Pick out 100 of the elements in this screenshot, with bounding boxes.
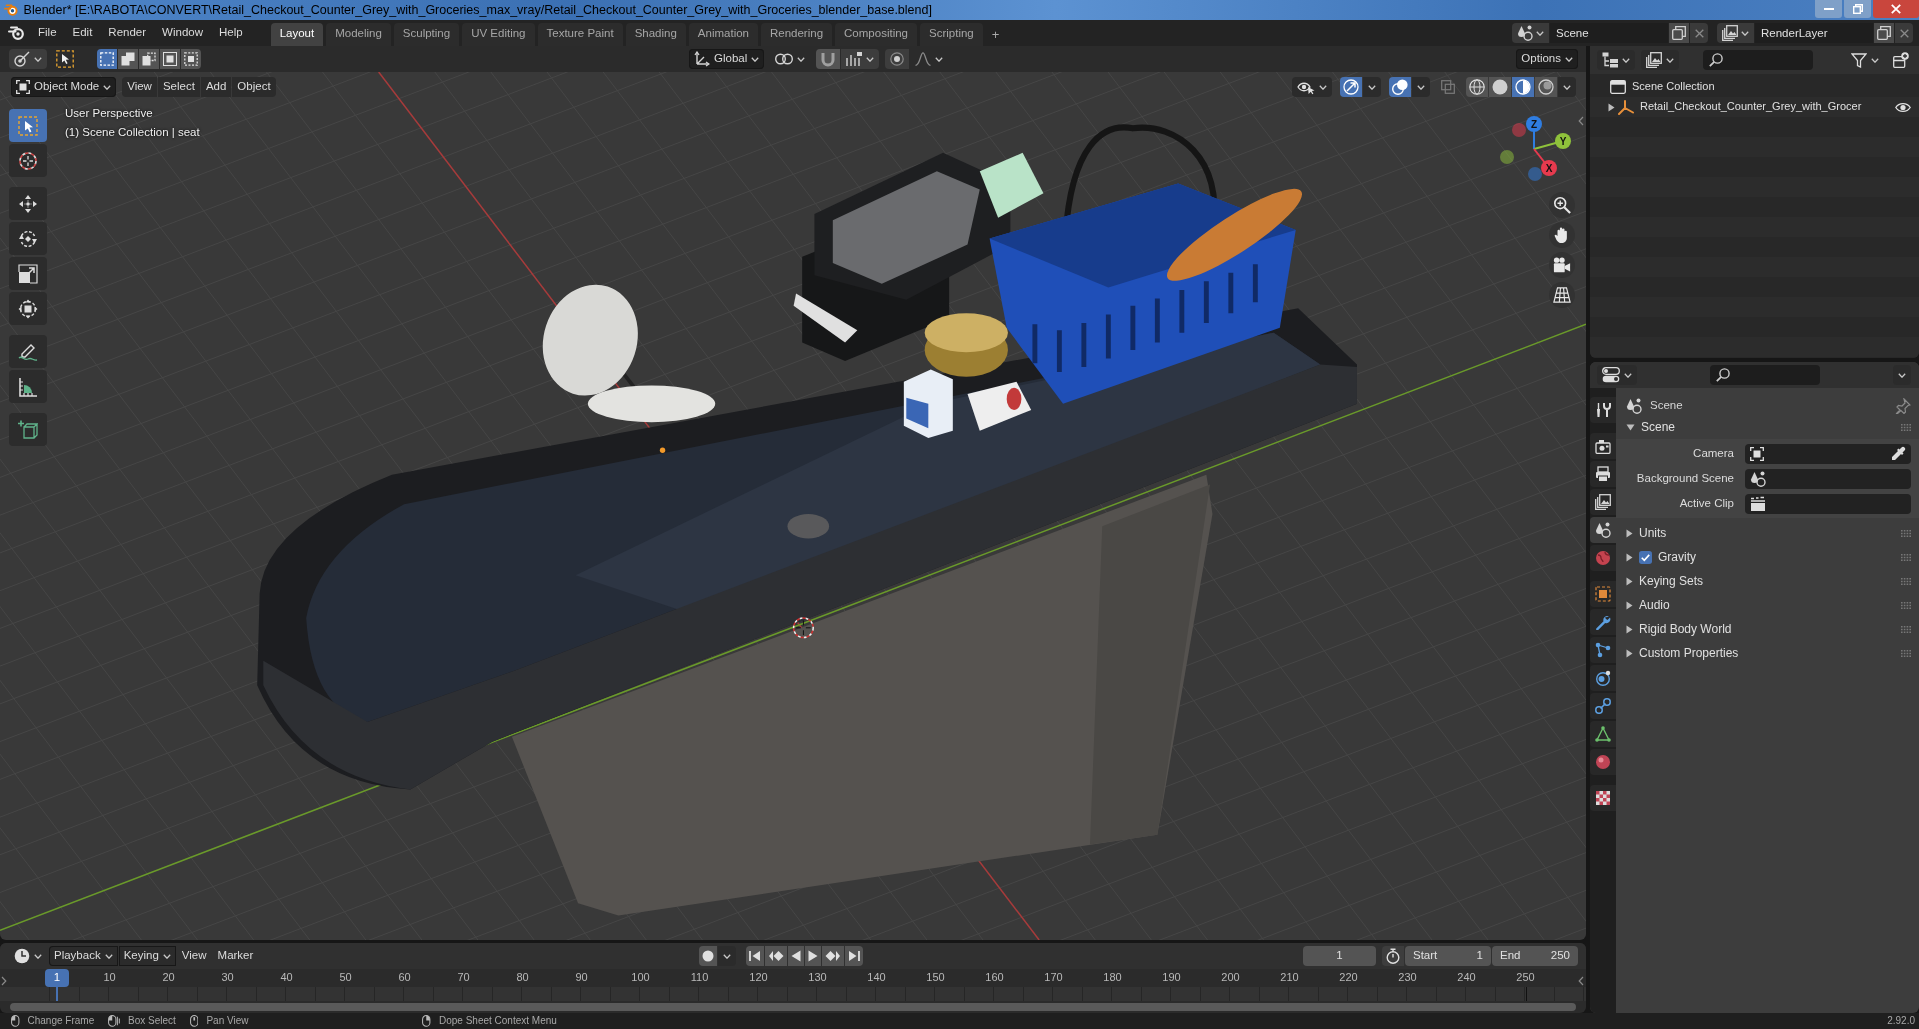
panel-options-dropdown[interactable] (1893, 365, 1911, 385)
checkbox[interactable] (1639, 550, 1652, 564)
header-menu[interactable]: View (176, 946, 212, 966)
disclosure-triangle-icon[interactable] (1626, 528, 1633, 538)
tool-button[interactable] (9, 413, 47, 446)
chevron-icon[interactable] (1, 976, 7, 986)
header-dropdown[interactable]: Keying (118, 946, 176, 966)
browse-dropdown[interactable] (1512, 23, 1549, 43)
workspace-tab[interactable]: UV Editing (462, 23, 535, 46)
play-reverse-button[interactable] (787, 946, 804, 966)
duplicate-button[interactable] (1669, 23, 1689, 43)
duplicate-button[interactable] (1874, 23, 1894, 43)
properties-tab[interactable] (1590, 517, 1616, 543)
chevron-icon[interactable] (1578, 976, 1584, 986)
negative-axis-handle[interactable] (1512, 123, 1526, 137)
shading-mode-button[interactable] (1512, 77, 1534, 97)
shading-mode-button[interactable] (1489, 77, 1511, 97)
next-keyframe-button[interactable] (821, 946, 844, 966)
properties-tab[interactable] (1590, 693, 1616, 719)
tool-button[interactable] (9, 335, 47, 368)
jump-start-button[interactable] (745, 946, 764, 966)
properties-tab[interactable] (1590, 397, 1616, 423)
disclosure-triangle-icon[interactable] (1626, 552, 1633, 562)
shading-dropdown[interactable] (1558, 77, 1576, 97)
axis-handle[interactable]: Z (1526, 116, 1542, 150)
orientation-dropdown[interactable]: Global (689, 49, 765, 69)
keying-options-dropdown[interactable] (717, 946, 736, 966)
xray-toggle[interactable] (1438, 77, 1458, 97)
auto-keying-toggle[interactable] (698, 946, 717, 966)
negative-axis-handle[interactable] (1528, 167, 1542, 181)
menu-item[interactable]: Edit (64, 24, 101, 42)
snap-toggle[interactable] (816, 49, 841, 69)
new-collection-button[interactable] (1890, 50, 1912, 70)
snap-target-dropdown[interactable] (841, 49, 880, 69)
tool-button[interactable] (9, 144, 47, 177)
drag-handle-icon[interactable] (1901, 601, 1911, 609)
browse-dropdown[interactable] (1717, 23, 1754, 43)
tool-button[interactable] (9, 370, 47, 403)
proportional-edit-toggle[interactable] (885, 49, 910, 69)
disclosure-triangle-icon[interactable] (1626, 624, 1633, 634)
tool-button[interactable] (9, 109, 47, 142)
shading-mode-button[interactable] (1535, 77, 1557, 97)
tool-button[interactable] (9, 292, 47, 325)
pan-button[interactable] (1549, 222, 1575, 248)
options-dropdown[interactable]: Options (1516, 49, 1578, 69)
header-menu[interactable]: Select (157, 77, 200, 97)
gizmo-dropdown[interactable] (1363, 77, 1381, 97)
gizmo-toggle[interactable] (1340, 77, 1362, 97)
search-field[interactable] (1703, 50, 1813, 70)
clip-field[interactable] (1745, 494, 1911, 514)
axis-handle[interactable]: X (1533, 148, 1557, 176)
zoom-button[interactable] (1549, 192, 1575, 218)
start-frame-field[interactable]: Start 1 (1405, 946, 1491, 966)
properties-tab[interactable] (1590, 785, 1616, 811)
selection-mode-button[interactable] (118, 49, 138, 69)
scene-name-field[interactable]: Scene (1550, 23, 1668, 43)
panel-title[interactable]: Gravity (1658, 549, 1696, 565)
header-menu[interactable]: Add (200, 77, 232, 97)
workspace-tab[interactable]: Layout (270, 23, 324, 46)
drag-handle-icon[interactable] (1901, 577, 1911, 585)
panel-title[interactable]: Audio (1639, 597, 1670, 613)
header-menu[interactable]: View (122, 77, 157, 97)
menu-item[interactable]: File (30, 24, 65, 42)
display-mode-dropdown[interactable] (1597, 50, 1635, 70)
properties-tab[interactable] (1590, 749, 1616, 775)
workspace-tab[interactable]: Animation (688, 23, 758, 46)
workspace-tab[interactable]: Modeling (326, 23, 391, 46)
disclosure-triangle-icon[interactable] (1626, 648, 1633, 658)
editor-type-dropdown[interactable] (9, 49, 47, 69)
properties-tab[interactable] (1590, 665, 1616, 691)
mode-dropdown[interactable]: Object Mode (11, 77, 117, 97)
selection-mode-button[interactable] (160, 49, 180, 69)
shading-mode-button[interactable] (1466, 77, 1488, 97)
jump-end-button[interactable] (844, 946, 863, 966)
view-layer-field[interactable]: RenderLayer (1755, 23, 1873, 43)
end-frame-field[interactable]: End 250 (1492, 946, 1578, 966)
outliner-item[interactable]: Retail_Checkout_Counter_Grey_with_Grocer (1618, 99, 1862, 115)
properties-tab[interactable] (1590, 637, 1616, 663)
play-button[interactable] (804, 946, 821, 966)
properties-tab[interactable] (1590, 609, 1616, 635)
expand-arrow-icon[interactable] (1607, 102, 1615, 112)
tool-button[interactable] (9, 257, 47, 290)
disclosure-triangle-icon[interactable] (1626, 423, 1635, 431)
properties-tab[interactable] (1590, 721, 1616, 747)
visibility-toggle[interactable] (1895, 101, 1911, 113)
visibility-dropdown[interactable] (1292, 77, 1332, 97)
restore-button[interactable] (1844, 0, 1871, 18)
properties-tab[interactable] (1590, 581, 1616, 607)
panel-title[interactable]: Custom Properties (1639, 645, 1739, 661)
panel-title[interactable]: Keying Sets (1639, 573, 1704, 589)
chevron-icon[interactable] (1578, 116, 1584, 126)
axis-handle[interactable]: Y (1533, 133, 1571, 150)
drag-handle-icon[interactable] (1901, 423, 1911, 431)
selection-mode-button[interactable] (181, 49, 201, 69)
negative-axis-handle[interactable] (1500, 150, 1514, 164)
search-field[interactable] (1710, 365, 1820, 385)
overlay-dropdown[interactable] (1412, 77, 1430, 97)
view-layer-dropdown[interactable] (1641, 50, 1679, 70)
overlay-toggle[interactable] (1389, 77, 1411, 97)
remove-button[interactable] (1690, 23, 1708, 43)
